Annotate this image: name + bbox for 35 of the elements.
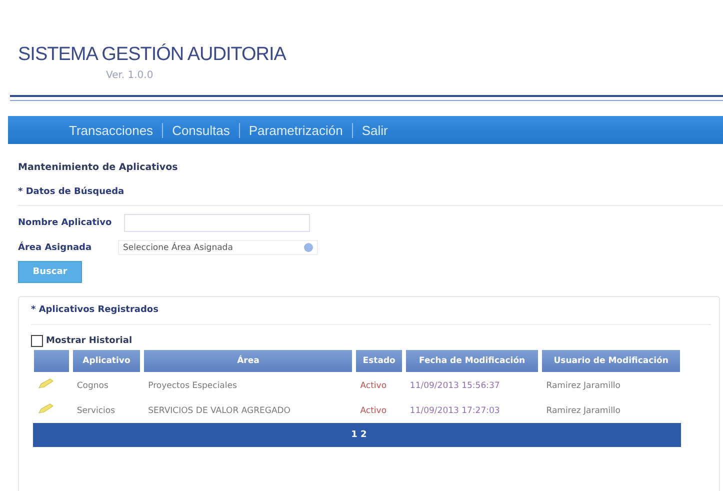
- column-header: Área: [143, 349, 354, 373]
- table-cell-text: 11/09/2013 17:27:03: [408, 404, 501, 418]
- table-cell-text: Proyectos Especiales: [147, 380, 238, 392]
- checkbox-label: Mostrar Historial: [46, 336, 132, 346]
- table-cell-text: Ramirez Jaramillo: [545, 404, 622, 418]
- table-cell-text: Servicios: [76, 404, 116, 418]
- column-header: Aplicativo: [72, 349, 142, 373]
- nav-menu-item[interactable]: Parametrización: [238, 122, 352, 138]
- history-checkbox[interactable]: [31, 335, 43, 347]
- search-button[interactable]: Buscar: [18, 261, 82, 283]
- area-dropdown[interactable]: Seleccione Área Asignada: [118, 240, 318, 255]
- table-cell-text: Activo: [359, 380, 388, 392]
- nav-menu-item[interactable]: Transacciones: [60, 122, 162, 138]
- table-cell-text: SERVICIOS DE VALOR AGREGADO: [147, 404, 292, 418]
- field-label: Nombre Aplicativo: [18, 218, 113, 228]
- section-title: * Aplicativos Registrados: [31, 297, 711, 325]
- app-subtitle: Ver. 1.0.0: [106, 70, 154, 81]
- table-cell-text: Activo: [359, 404, 388, 418]
- column-header: Usuario de Modificación: [541, 349, 681, 373]
- app-title: SISTEMA GESTIÓN AUDITORIA: [18, 44, 288, 66]
- name-input-field[interactable]: [124, 214, 310, 232]
- edit-pencil-icon[interactable]: [38, 378, 54, 390]
- nav-menu-item[interactable]: Salir: [352, 122, 397, 138]
- table-cell-text: 11/09/2013 15:56:37: [408, 380, 501, 392]
- pagination-bar[interactable]: 1 2: [33, 423, 681, 447]
- table-cell-text: Cognos: [76, 380, 110, 392]
- column-header: [33, 349, 70, 373]
- field-label: Área Asignada: [18, 242, 93, 252]
- nav-menu-item[interactable]: Consultas: [162, 122, 239, 138]
- column-header: Fecha de Modificación: [404, 349, 540, 373]
- column-header: Estado: [355, 349, 403, 373]
- table-cell-text: Ramirez Jaramillo: [545, 380, 622, 392]
- edit-pencil-icon[interactable]: [38, 403, 54, 415]
- section-title: * Datos de Búsqueda: [18, 187, 723, 206]
- page-title: Mantenimiento de Aplicativos: [18, 162, 179, 173]
